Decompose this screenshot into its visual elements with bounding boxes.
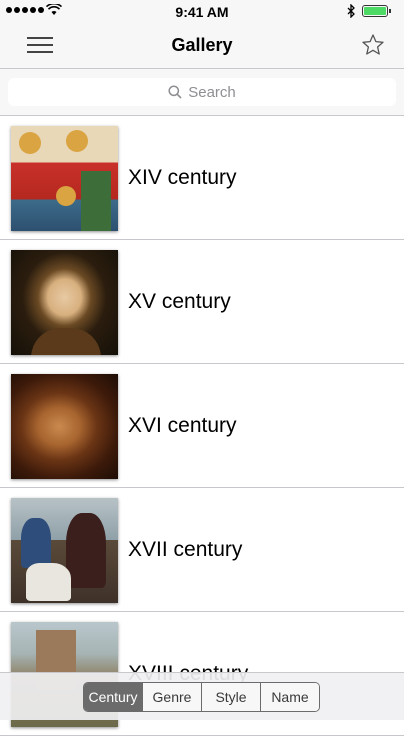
star-outline-icon[interactable]	[361, 33, 385, 57]
painting-thumbnail	[11, 498, 118, 603]
segment-style[interactable]: Style	[202, 683, 261, 711]
sort-segmented-control: Century Genre Style Name	[83, 682, 320, 712]
list-item-xv-century[interactable]: XV century	[0, 240, 404, 364]
list-item-xvi-century[interactable]: XVI century	[0, 364, 404, 488]
segment-genre[interactable]: Genre	[143, 683, 202, 711]
century-list: XIV century XV century XVI century XVII …	[0, 116, 404, 736]
segment-century[interactable]: Century	[84, 683, 143, 711]
page-title: Gallery	[171, 35, 233, 55]
search-bar: Search	[0, 69, 404, 116]
list-item-label: XV century	[128, 290, 231, 313]
bluetooth-icon	[347, 4, 355, 18]
battery-tip	[389, 9, 391, 13]
painting-thumbnail	[11, 250, 118, 355]
status-bar: 9:41 AM	[0, 0, 404, 22]
painting-thumbnail	[11, 126, 118, 231]
search-placeholder: Search	[188, 83, 236, 101]
segment-name[interactable]: Name	[261, 683, 319, 711]
list-item-label: XIV century	[128, 166, 237, 189]
list-item-label: XVI century	[128, 414, 237, 437]
navigation-bar: Gallery	[0, 22, 404, 69]
status-time: 9:41 AM	[175, 4, 229, 20]
search-icon	[168, 85, 182, 99]
search-input[interactable]: Search	[8, 78, 396, 106]
battery-icon	[362, 5, 388, 17]
hamburger-menu-icon[interactable]	[27, 37, 53, 54]
list-item-xvii-century[interactable]: XVII century	[0, 488, 404, 612]
painting-thumbnail	[11, 374, 118, 479]
list-item-xiv-century[interactable]: XIV century	[0, 116, 404, 240]
list-item-label: XVII century	[128, 538, 243, 561]
bottom-toolbar: Century Genre Style Name	[0, 672, 404, 720]
